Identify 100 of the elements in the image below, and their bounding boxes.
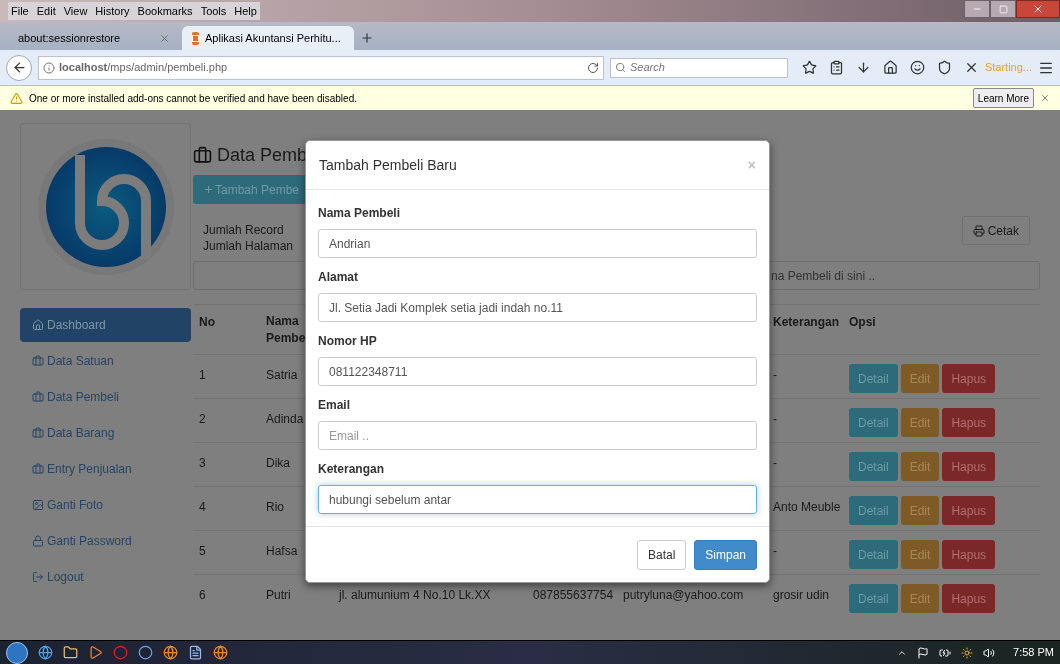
- circle-icon[interactable]: [138, 645, 153, 660]
- action-button[interactable]: Detail: [849, 584, 898, 613]
- home-icon: [32, 319, 44, 331]
- close-icon[interactable]: [1040, 93, 1050, 103]
- status-text: Starting...: [984, 60, 1032, 76]
- menu-item[interactable]: File: [11, 2, 29, 20]
- menu-item[interactable]: Bookmarks: [137, 2, 193, 20]
- action-button[interactable]: Hapus: [942, 496, 996, 525]
- stat-label: Jumlah Halaman: [203, 238, 294, 254]
- action-button[interactable]: Hapus: [942, 364, 996, 393]
- sidebar-item[interactable]: Logout: [20, 560, 191, 594]
- sidebar-item[interactable]: Data Satuan: [20, 344, 191, 378]
- browser-tab[interactable]: about:sessionrestore: [8, 26, 180, 50]
- action-button[interactable]: Detail: [849, 540, 898, 569]
- home-icon[interactable]: [882, 60, 898, 75]
- close-tab-icon[interactable]: [159, 32, 170, 44]
- table-cell: 087855637754: [533, 588, 614, 602]
- close-button[interactable]: ×: [747, 154, 756, 176]
- table-cell: Anto Meuble: [773, 500, 841, 514]
- battery-icon[interactable]: [939, 646, 952, 659]
- sun-icon[interactable]: [961, 646, 974, 659]
- maximize-button[interactable]: [990, 0, 1016, 18]
- reload-icon[interactable]: [586, 61, 599, 74]
- input-field[interactable]: Andrian: [318, 229, 757, 258]
- sidebar-item[interactable]: Ganti Password: [20, 524, 191, 558]
- stat-label: Jumlah Record: [203, 222, 285, 238]
- action-button[interactable]: Detail: [849, 364, 898, 393]
- sidebar-item[interactable]: Dashboard: [20, 308, 191, 342]
- flag-icon[interactable]: [917, 646, 930, 659]
- warning-icon: [10, 91, 23, 105]
- table-cell-text: 6: [198, 587, 207, 604]
- sidebar-item[interactable]: Data Barang: [20, 416, 191, 450]
- table-cell: grosir udin: [773, 588, 830, 602]
- learn-more-button[interactable]: Learn More: [972, 88, 1034, 108]
- table-cell: Adinda: [266, 412, 304, 426]
- field-label: Keterangan: [318, 461, 386, 478]
- table-cell-text: 1: [198, 367, 207, 384]
- bookmark-star-icon[interactable]: [801, 60, 817, 75]
- input-field[interactable]: Jl. Setia Jadi Komplek setia jadi indah no.11: [318, 293, 757, 322]
- search-icon: [614, 62, 626, 73]
- input-field[interactable]: 081122348711: [318, 357, 757, 386]
- smiley-icon[interactable]: [909, 60, 925, 75]
- table-cell: -: [773, 412, 777, 426]
- clipboard-icon[interactable]: [828, 60, 844, 75]
- menu-item[interactable]: History: [95, 2, 130, 20]
- plus-icon: [203, 184, 214, 195]
- document-icon[interactable]: [188, 645, 203, 660]
- browser-tab[interactable]: Aplikasi Akuntansi Perhitu...: [182, 26, 354, 50]
- menu-item[interactable]: Help: [234, 2, 257, 20]
- action-button[interactable]: Hapus: [942, 408, 996, 437]
- column-header: Nama Pembe: [266, 313, 306, 347]
- new-tab-icon[interactable]: [360, 31, 374, 45]
- globe-icon[interactable]: [163, 645, 178, 660]
- input-field[interactable]: Email ..: [318, 421, 757, 450]
- table-cell: Hafsa: [266, 544, 298, 558]
- print-button[interactable]: Cetak: [961, 216, 1030, 245]
- minimize-button[interactable]: [964, 0, 990, 18]
- globe-icon[interactable]: [38, 645, 53, 660]
- sidebar-item[interactable]: Ganti Foto: [20, 488, 191, 522]
- clock-text: 7:58 PM: [1013, 645, 1054, 661]
- address-field[interactable]: localhost/mps/admin/pembeli.php: [38, 55, 604, 80]
- folder-icon[interactable]: [63, 645, 78, 660]
- action-button[interactable]: Hapus: [942, 540, 996, 569]
- shield-icon[interactable]: [936, 60, 952, 75]
- play-icon[interactable]: [88, 645, 103, 660]
- action-button[interactable]: Detail: [849, 452, 898, 481]
- search-field[interactable]: Search: [609, 57, 788, 78]
- info-icon[interactable]: [43, 61, 55, 74]
- table-cell-text: 5: [198, 543, 207, 560]
- column-header: Opsi: [849, 314, 876, 331]
- action-button[interactable]: Hapus: [942, 584, 996, 613]
- dialog-button[interactable]: Simpan: [694, 539, 757, 570]
- table-cell-text: jl. alumunium 4 No.10 Lk.XX: [337, 588, 491, 602]
- column-header: No: [198, 314, 216, 331]
- site-icon: [192, 31, 199, 45]
- column-header: Keterangan: [773, 314, 841, 331]
- table-cell: -: [773, 456, 777, 470]
- briefcase-icon: [32, 427, 44, 439]
- tab-title: about:sessionrestore: [18, 30, 122, 46]
- download-icon[interactable]: [855, 60, 871, 75]
- menu-item[interactable]: Tools: [200, 2, 227, 20]
- action-button[interactable]: Detail: [849, 496, 898, 525]
- action-button[interactable]: Detail: [849, 408, 898, 437]
- back-button[interactable]: [6, 54, 32, 81]
- menu-item[interactable]: Edit: [36, 2, 56, 20]
- volume-icon[interactable]: [983, 646, 996, 659]
- dialog-button[interactable]: Batal: [636, 539, 687, 570]
- action-button[interactable]: Hapus: [942, 452, 996, 481]
- menu-item[interactable]: View: [63, 2, 88, 20]
- table-cell: -: [773, 368, 777, 382]
- input-field[interactable]: hubungi sebelum antar: [318, 485, 757, 514]
- table-cell-text: 3: [198, 455, 207, 472]
- maximize-icon: [998, 4, 1008, 14]
- table-cell: Dika: [266, 456, 290, 470]
- table-cell: putryluna@yahoo.com: [623, 588, 744, 602]
- start-button[interactable]: [6, 641, 28, 664]
- sidebar-item[interactable]: Entry Penjualan: [20, 452, 191, 486]
- circle-icon[interactable]: [113, 645, 128, 660]
- globe-icon[interactable]: [213, 645, 228, 660]
- sidebar-item[interactable]: Data Pembeli: [20, 380, 191, 414]
